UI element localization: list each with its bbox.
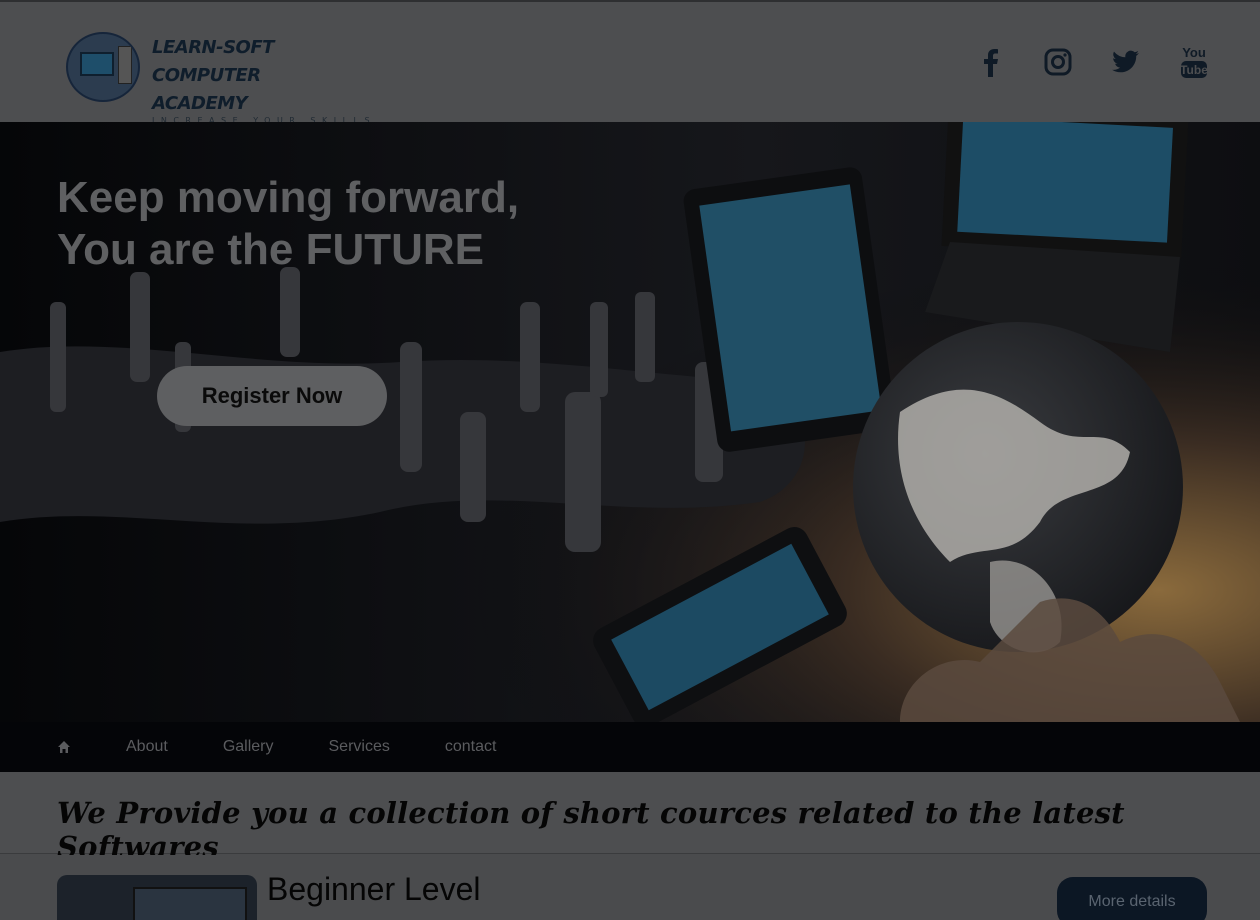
social-links: You Tube [974,42,1210,82]
computer-logo-icon [66,32,140,102]
main-nav: About Gallery Services contact [0,722,1260,772]
hero-banner: Keep moving forward, You are the FUTURE … [0,122,1260,722]
tagline-section: We Provide you a collection of short cou… [0,772,1260,864]
instagram-icon[interactable] [1042,42,1074,82]
register-now-button[interactable]: Register Now [157,366,387,426]
facebook-icon[interactable] [974,42,1006,82]
course-card: Beginner Level More details [0,855,1260,920]
youtube-icon-label-bottom: Tube [1180,63,1208,77]
hero-headline-line2: You are the FUTURE [57,225,485,274]
youtube-icon[interactable]: You Tube [1178,42,1210,82]
site-logo[interactable]: LEARN-SOFT COMPUTER ACADEMY INCREASE YOU… [66,32,376,125]
course-thumbnail[interactable] [57,875,257,920]
hero-headline: Keep moving forward, You are the FUTURE [57,172,519,276]
logo-title-line2: ACADEMY [152,93,248,114]
nav-item-gallery[interactable]: Gallery [223,738,274,756]
site-header: LEARN-SOFT COMPUTER ACADEMY INCREASE YOU… [0,0,1260,125]
home-icon[interactable] [57,740,71,754]
tagline-text: We Provide you a collection of short cou… [57,796,1125,864]
hero-headline-line1: Keep moving forward, [57,173,520,222]
nav-item-services[interactable]: Services [329,738,390,756]
nav-item-about[interactable]: About [126,738,168,756]
more-details-button[interactable]: More details [1057,877,1207,920]
youtube-icon-label-top: You [1182,45,1206,60]
nav-item-contact[interactable]: contact [445,738,497,756]
twitter-icon[interactable] [1110,42,1142,82]
logo-title-line1: LEARN-SOFT COMPUTER [152,37,274,86]
logo-text: LEARN-SOFT COMPUTER ACADEMY INCREASE YOU… [152,34,376,125]
course-title: Beginner Level [267,871,481,907]
